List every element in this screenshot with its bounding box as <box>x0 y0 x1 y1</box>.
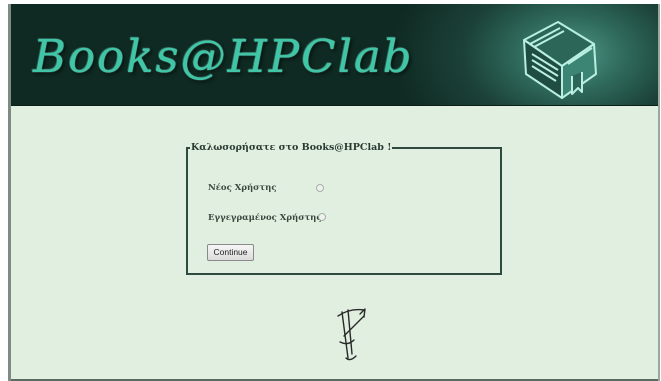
welcome-legend: Καλωσορήσατε στο Books@HPClab ! <box>191 142 392 153</box>
registered-user-label: Εγγεγραμένος Χρήστης <box>208 213 322 223</box>
book-icon <box>523 21 597 99</box>
page-container: Books@HPClab Καλωσορήσατε στο Books@HPCl… <box>8 4 660 381</box>
site-header: Books@HPClab <box>11 4 658 106</box>
registered-user-row: Εγγεγραμένος Χρήστης <box>208 213 322 223</box>
continue-button[interactable]: Continue <box>207 244 254 261</box>
new-user-label: Νέος Χρήστης <box>208 183 277 193</box>
welcome-fieldset: Καλωσορήσατε στο Books@HPClab ! Νέος Χρή… <box>186 142 502 275</box>
new-user-radio[interactable] <box>316 184 324 192</box>
registered-user-radio[interactable] <box>318 213 326 221</box>
new-user-row: Νέος Χρήστης <box>208 183 277 193</box>
site-logo-text: Books@HPClab <box>33 30 414 83</box>
signature-logo <box>337 308 366 361</box>
